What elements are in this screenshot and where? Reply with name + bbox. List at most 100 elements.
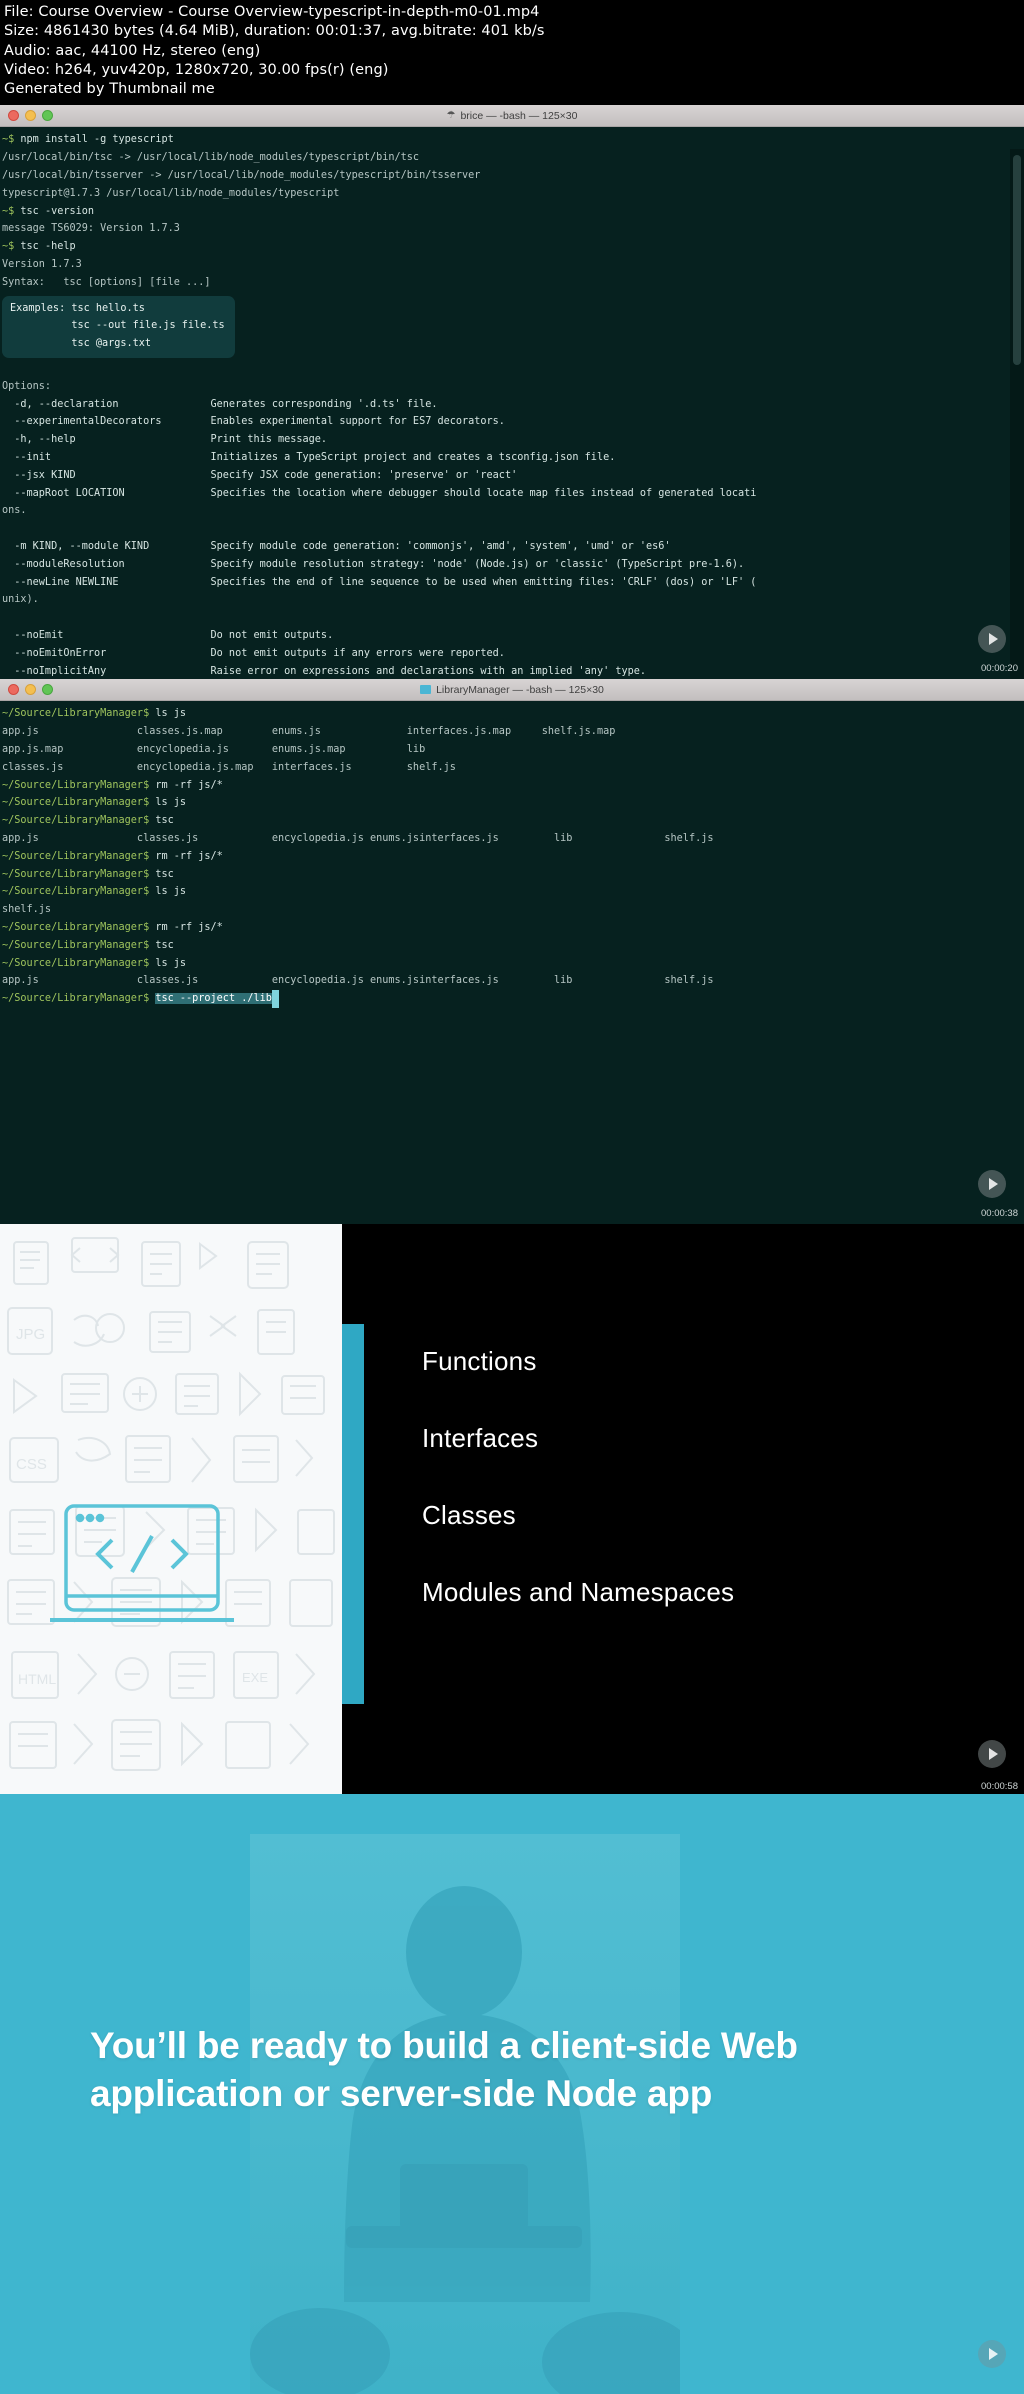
terminal-2-lines: ~/Source/LibraryManager$ ls js app.js cl…	[2, 708, 714, 1008]
shell-prompt: ~/Source/LibraryManager$	[2, 797, 156, 809]
play-overlay-button-2[interactable]	[978, 1170, 1006, 1199]
terminal-command: rm -rf js/*	[155, 779, 223, 791]
play-icon	[989, 1178, 998, 1191]
play-overlay-button-4[interactable]	[978, 2340, 1006, 2369]
shell-prompt: ~/Source/LibraryManager$	[2, 815, 156, 827]
window-controls-2[interactable]	[8, 684, 53, 696]
timecode-2: 00:00:38	[981, 1207, 1018, 1219]
shell-prompt: ~/Source/LibraryManager$	[2, 708, 156, 720]
shell-prompt: ~/Source/LibraryManager$	[2, 957, 156, 969]
play-overlay-button-1[interactable]	[978, 625, 1006, 654]
svg-text:EXE: EXE	[242, 1670, 268, 1685]
play-icon	[989, 2348, 998, 2361]
terminal-line: Syntax: tsc [options] [file ...]	[2, 276, 211, 288]
slide-topic-list: JPG CSS HTML EXE Functions Interfaces Cl…	[0, 1224, 1024, 1795]
shell-prompt: ~/Source/LibraryManager$	[2, 868, 156, 880]
terminal-file-row: app.js classes.js.map enums.js interface…	[2, 726, 616, 738]
terminal-1-title-text: brice — -bash — 125×30	[460, 109, 578, 122]
window-controls[interactable]	[8, 110, 53, 122]
terminal-line: npm install -g typescript	[20, 134, 174, 146]
terminal-1-titlebar[interactable]: ☂ brice — -bash — 125×30	[0, 105, 1024, 128]
doodle-icons-svg: JPG CSS HTML EXE	[7, 1237, 335, 1772]
tsc-options-table-2: -m KIND, --module KIND Specify module co…	[14, 540, 757, 588]
terminal-line: /usr/local/bin/tsserver -> /usr/local/li…	[2, 170, 481, 181]
terminal-command: tsc	[155, 939, 174, 951]
terminal-command: tsc	[155, 815, 174, 827]
terminal-line: ons.	[2, 505, 27, 517]
slide-closing-banner: You’ll be ready to build a client-side W…	[0, 1794, 1024, 2394]
terminal-2-output[interactable]: ~/Source/LibraryManager$ ls js app.js cl…	[0, 701, 1024, 1225]
shell-prompt: ~/Source/LibraryManager$	[2, 886, 156, 898]
selected-command[interactable]: tsc --project ./lib	[155, 993, 272, 1005]
meta-video-line: Video: h264, yuv420p, 1280x720, 30.00 fp…	[4, 61, 389, 78]
minimize-button[interactable]	[25, 684, 36, 696]
scrollbar-thumb[interactable]	[1013, 155, 1021, 366]
home-icon: ☂	[446, 110, 456, 122]
folder-icon	[420, 685, 432, 695]
terminal-command: ls js	[155, 957, 187, 969]
terminal-2-title: LibraryManager — -bash — 125×30	[0, 684, 1024, 696]
meta-audio-line: Audio: aac, 44100 Hz, stereo (eng)	[4, 42, 261, 59]
terminal-line: tsc -version	[20, 205, 95, 217]
terminal-1-output[interactable]: ~$ npm install -g typescript /usr/local/…	[0, 127, 1024, 680]
timecode-3: 00:00:58	[981, 1781, 1018, 1793]
topic-item-classes: Classes	[422, 1500, 516, 1531]
close-button[interactable]	[8, 684, 19, 696]
terminal-file-row: app.js classes.js encyclopedia.js enums.…	[2, 975, 714, 987]
terminal-line: message TS6029: Version 1.7.3	[2, 223, 180, 235]
tsc-examples-block: Examples: tsc hello.ts tsc --out file.js…	[2, 295, 235, 358]
shell-prompt: ~/Source/LibraryManager$	[2, 779, 156, 791]
topic-item-modules: Modules and Namespaces	[422, 1577, 735, 1608]
shell-prompt: ~$	[2, 241, 21, 253]
tsc-options-table: -d, --declaration Generates correspondin…	[14, 398, 757, 499]
tsc-options-table-3: --noEmit Do not emit outputs. --noEmitOn…	[14, 629, 647, 677]
minimize-button[interactable]	[25, 110, 36, 122]
terminal-command: ls js	[155, 886, 187, 898]
play-icon	[989, 1748, 998, 1761]
terminal-cursor	[271, 990, 279, 1008]
meta-size-line: Size: 4861430 bytes (4.64 MiB), duration…	[4, 23, 545, 40]
play-icon	[989, 633, 998, 646]
terminal-1-scrollbar[interactable]	[1010, 149, 1024, 680]
terminal-line: /usr/local/bin/tsc -> /usr/local/lib/nod…	[2, 152, 420, 164]
closing-headline: You’ll be ready to build a client-side W…	[90, 2025, 798, 2114]
terminal-command: tsc	[155, 868, 174, 880]
terminal-command: rm -rf js/*	[155, 850, 223, 862]
terminal-line: Version 1.7.3	[2, 258, 82, 270]
terminal-line: tsc -help	[20, 241, 76, 253]
terminal-file-row: app.js.map encyclopedia.js enums.js.map …	[2, 744, 426, 755]
terminal-2-titlebar[interactable]: LibraryManager — -bash — 125×30	[0, 679, 1024, 702]
meta-generated-line: Generated by Thumbnail me	[4, 81, 215, 98]
video-metadata-block: File: Course Overview - Course Overview-…	[0, 0, 1024, 106]
shell-prompt: ~$	[2, 205, 21, 217]
terminal-1-title: ☂ brice — -bash — 125×30	[0, 110, 1024, 122]
shell-prompt: ~$	[2, 134, 21, 146]
shell-prompt: ~/Source/LibraryManager$	[2, 921, 156, 933]
terminal-2-title-text: LibraryManager — -bash — 125×30	[436, 683, 604, 696]
terminal-file-row: classes.js encyclopedia.js.map interface…	[2, 761, 456, 773]
accent-bar	[342, 1324, 364, 1705]
shell-prompt: ~/Source/LibraryManager$	[2, 993, 156, 1005]
topic-list: Functions Interfaces Classes Modules and…	[342, 1224, 1024, 1795]
shell-prompt: ~/Source/LibraryManager$	[2, 939, 156, 951]
terminal-command: ls js	[155, 708, 187, 720]
maximize-button[interactable]	[42, 110, 53, 122]
svg-text:HTML: HTML	[18, 1671, 56, 1687]
meta-file-line: File: Course Overview - Course Overview-…	[4, 4, 540, 20]
maximize-button[interactable]	[42, 684, 53, 696]
close-button[interactable]	[8, 110, 19, 122]
terminal-output: shelf.js	[2, 904, 52, 916]
topic-item-functions: Functions	[422, 1346, 537, 1377]
terminal-line: unix).	[2, 594, 39, 606]
terminal-command: rm -rf js/*	[155, 921, 223, 933]
terminal-line: Options:	[2, 380, 52, 392]
terminal-file-row: app.js classes.js encyclopedia.js enums.…	[2, 832, 714, 844]
terminal-command: ls js	[155, 797, 187, 809]
doodle-illustration-pane: JPG CSS HTML EXE	[0, 1224, 342, 1795]
timecode-1: 00:00:20	[981, 662, 1018, 674]
terminal-line: typescript@1.7.3 /usr/local/lib/node_mod…	[2, 187, 340, 199]
svg-text:JPG: JPG	[16, 1326, 45, 1343]
terminal-window-1: ☂ brice — -bash — 125×30 ~$ npm install …	[0, 105, 1024, 680]
topic-item-interfaces: Interfaces	[422, 1423, 539, 1454]
shell-prompt: ~/Source/LibraryManager$	[2, 850, 156, 862]
